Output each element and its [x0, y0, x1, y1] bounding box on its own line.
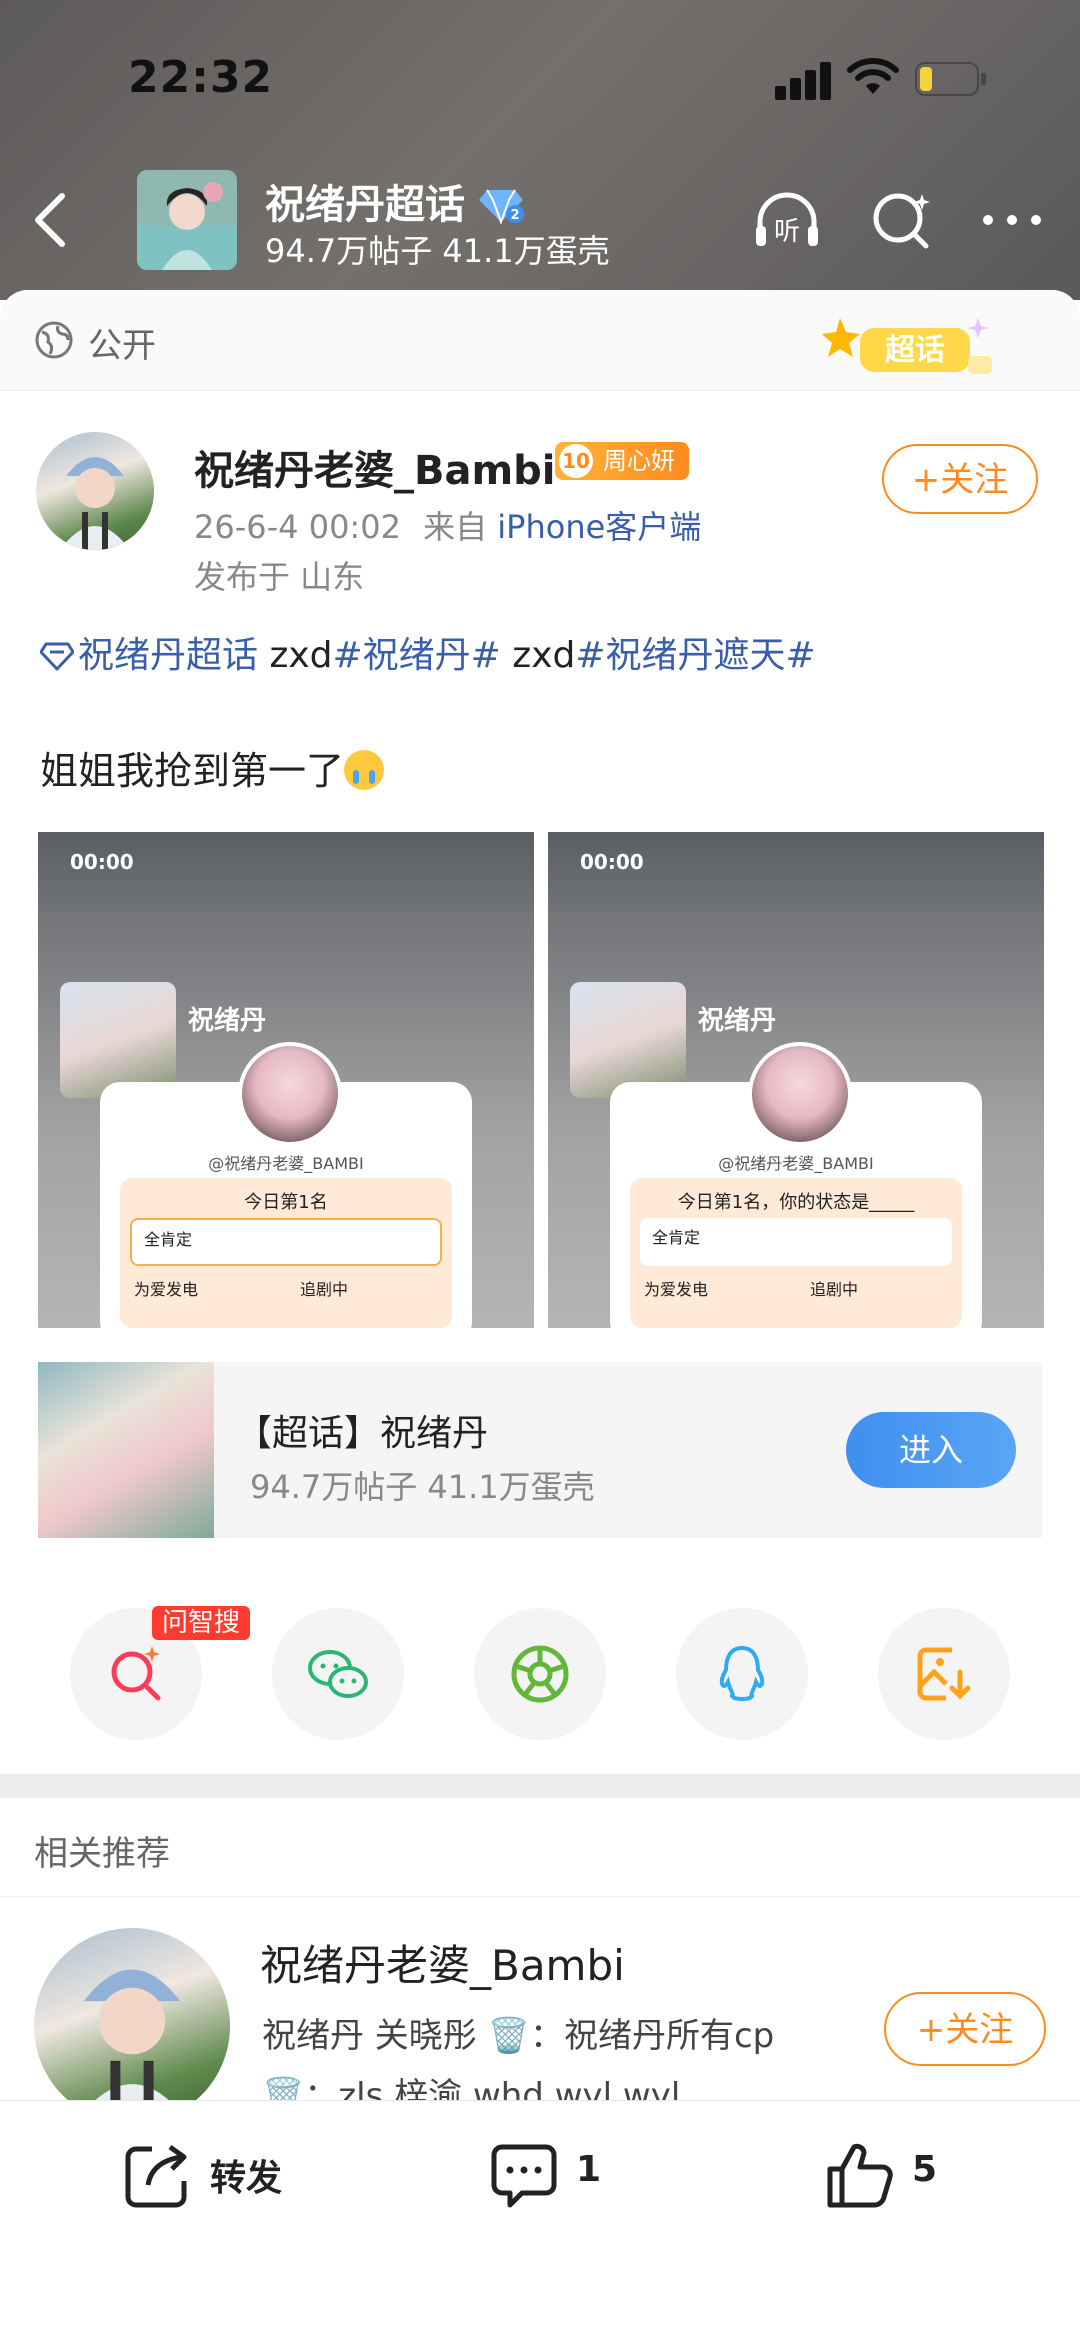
status-time: 22:32 — [128, 52, 274, 103]
more-icon[interactable] — [978, 188, 1048, 252]
recommend-name[interactable]: 祝绪丹老婆_Bambi — [260, 1932, 625, 1993]
fan-badge[interactable]: 10 周心妍 — [555, 442, 689, 480]
topic-title: 祝绪丹超话 2 — [265, 172, 525, 230]
comment-icon[interactable] — [488, 2139, 560, 2211]
like-icon[interactable] — [824, 2139, 896, 2211]
image-avatar — [238, 1042, 342, 1146]
globe-icon — [35, 321, 73, 359]
post-text: 姐姐我抢到第一了 — [40, 740, 385, 795]
recommend-title: 相关推荐 — [34, 1834, 170, 1874]
supertopic-card-title: 【超话】祝绪丹 — [236, 1413, 489, 1454]
supertopic-card-stats: 94.7万帖子 41.1万蛋壳 — [250, 1468, 595, 1506]
author-avatar[interactable] — [36, 432, 154, 550]
supertopic-icon — [40, 642, 74, 671]
wechat-icon — [308, 1650, 368, 1698]
image-avatar — [748, 1042, 852, 1146]
topic-thumbnail[interactable] — [137, 170, 237, 270]
post-meta: 26-6-4 00:02 来自 iPhone客户端 — [194, 502, 701, 548]
share-moments-button[interactable] — [474, 1608, 606, 1740]
image-status-time: 00:00 — [580, 850, 644, 874]
supertopic-image — [38, 1362, 214, 1538]
image-option: 全肯定 — [640, 1218, 952, 1266]
recommend-follow-button[interactable]: +关注 — [884, 1992, 1046, 2066]
back-icon[interactable] — [30, 188, 70, 252]
comment-count[interactable]: 1 — [576, 2149, 601, 2190]
svg-text:听: 听 — [774, 217, 800, 247]
image-option: 全肯定 — [130, 1218, 442, 1266]
image-name: 祝绪丹 — [188, 1006, 267, 1036]
search-icon[interactable] — [868, 188, 938, 252]
search-ai-icon — [111, 1646, 161, 1701]
image-handle: @祝绪丹老婆_BAMBI — [208, 1154, 364, 1173]
diamond-icon: 2 — [478, 189, 524, 225]
author-name[interactable]: 祝绪丹老婆_Bambi — [194, 438, 556, 496]
listen-icon[interactable]: 听 — [752, 188, 822, 252]
visibility-label: 公开 — [88, 326, 156, 366]
divider — [0, 1896, 1080, 1897]
image-question: 今日第1名，你的状态是_____ — [677, 1192, 915, 1213]
save-image-button[interactable] — [878, 1608, 1010, 1740]
visibility-bar: 公开 超话 — [0, 290, 1080, 391]
post-card: 公开 超话 祝绪丹老婆_Bambi 10 周心妍 26-6-4 00:02 来自… — [0, 290, 1080, 2341]
repost-label[interactable]: 转发 — [210, 2149, 282, 2201]
image-row-left: 为爱发电 — [134, 1280, 199, 1299]
image-row-right: 追剧中 — [810, 1280, 859, 1299]
moments-icon — [511, 1645, 569, 1703]
post-image-2[interactable]: 00:00 祝绪丹 @祝绪丹老婆_BAMBI 今日第1名，你的状态是_____ … — [548, 832, 1044, 1328]
bottom-action-bar: 转发 1 5 — [0, 2100, 1080, 2342]
image-question: 今日第1名 — [244, 1192, 328, 1213]
tag-text-1: zxd — [258, 635, 333, 676]
battery-icon — [915, 62, 986, 96]
supertopic-sticker: 超话 — [822, 318, 992, 374]
post-source[interactable]: iPhone客户端 — [497, 508, 701, 546]
post-tags: 祝绪丹超话 zxd#祝绪丹# zxd#祝绪丹遮天# — [40, 626, 816, 678]
fan-level: 10 — [559, 444, 593, 478]
follow-button[interactable]: +关注 — [882, 444, 1038, 514]
image-status-time: 00:00 — [70, 850, 134, 874]
wifi-icon — [847, 58, 899, 94]
share-qq-button[interactable] — [676, 1608, 808, 1740]
share-wechat-button[interactable] — [272, 1608, 404, 1740]
fan-badge-text: 周心妍 — [603, 447, 675, 475]
svg-text:2: 2 — [510, 208, 519, 223]
post-time: 26-6-4 00:02 — [194, 508, 401, 546]
supertopic-link[interactable]: 祝绪丹超话 — [78, 635, 258, 676]
sticker-text: 超话 — [885, 333, 945, 368]
tag-text-2: zxd — [500, 635, 576, 676]
source-prefix: 来自 — [423, 508, 488, 546]
crying-emoji-icon — [344, 750, 385, 790]
section-divider — [0, 1774, 1080, 1798]
post-text-content: 姐姐我抢到第一了 — [40, 749, 345, 793]
image-row-right: 追剧中 — [300, 1280, 349, 1299]
post-location: 发布于 山东 — [194, 558, 365, 596]
hashtag-1[interactable]: #祝绪丹# — [333, 635, 501, 676]
post-image-1[interactable]: 00:00 祝绪丹 @祝绪丹老婆_BAMBI 今日第1名 全肯定 为爱发电 追剧… — [38, 832, 534, 1328]
image-row-left: 为爱发电 — [644, 1280, 709, 1299]
enter-button[interactable]: 进入 — [846, 1412, 1016, 1488]
image-name: 祝绪丹 — [698, 1006, 777, 1036]
ai-search-badge: 问智搜 — [152, 1606, 251, 1640]
qq-icon — [719, 1645, 765, 1701]
topic-header: 22:32 祝绪丹超话 2 94.7万帖子 41.1万蛋壳 听 — [0, 0, 1080, 300]
hashtag-2[interactable]: #祝绪丹遮天# — [575, 635, 815, 676]
repost-icon[interactable] — [122, 2139, 194, 2211]
like-count[interactable]: 5 — [912, 2149, 937, 2190]
supertopic-card[interactable]: 【超话】祝绪丹 94.7万帖子 41.1万蛋壳 进入 — [38, 1362, 1042, 1538]
image-handle: @祝绪丹老婆_BAMBI — [718, 1154, 874, 1173]
signal-icon — [775, 60, 835, 100]
recommend-avatar[interactable] — [34, 1928, 230, 2124]
save-image-icon — [917, 1647, 971, 1701]
topic-stats: 94.7万帖子 41.1万蛋壳 — [265, 232, 610, 270]
